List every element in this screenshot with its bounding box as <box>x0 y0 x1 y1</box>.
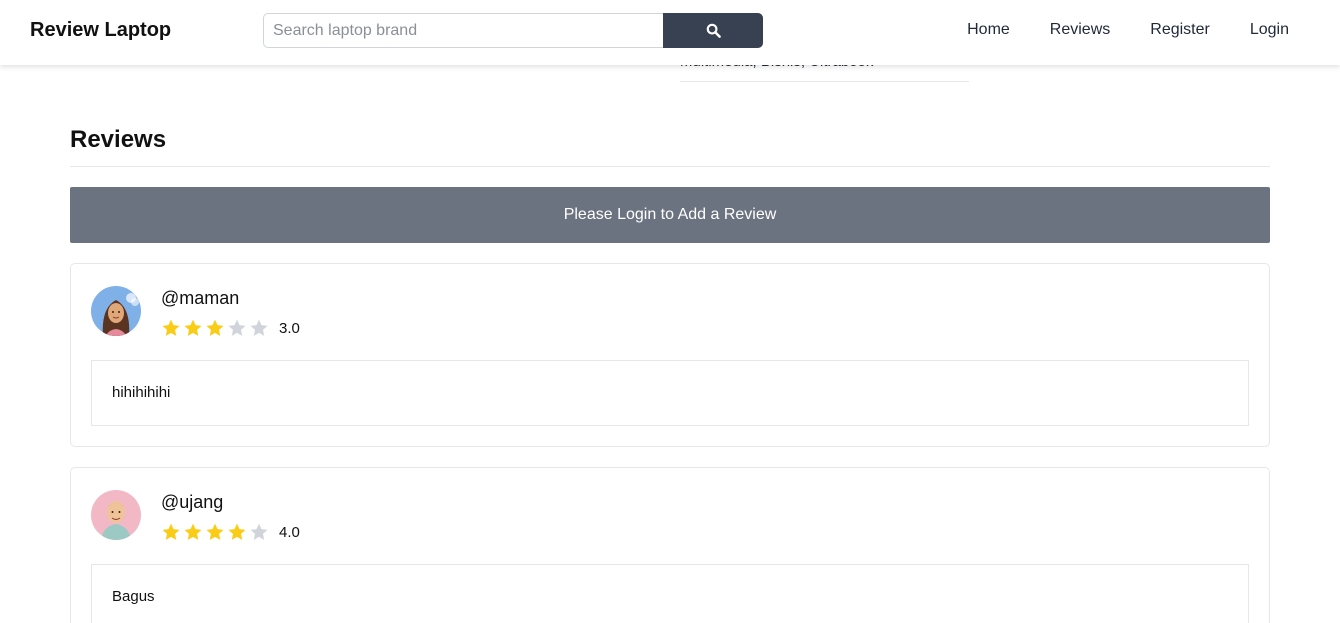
star-filled-icon <box>162 523 180 540</box>
woman-avatar-icon <box>91 286 141 336</box>
search-button[interactable] <box>663 13 763 48</box>
review-card: @maman 3.0 hihihihihi <box>70 263 1270 447</box>
star-rating: 3.0 <box>161 318 300 338</box>
star-filled-icon <box>228 523 246 540</box>
search-icon <box>706 23 721 38</box>
review-text: hihihihihi <box>91 360 1249 426</box>
star-filled-icon <box>206 523 224 540</box>
star-filled-icon <box>184 523 202 540</box>
star-filled-icon <box>184 319 202 336</box>
nav-link-register[interactable]: Register <box>1150 21 1210 39</box>
review-username[interactable]: @ujang <box>161 492 223 513</box>
review-card: @ujang 4.0 Bagus <box>70 467 1270 623</box>
rating-value: 3.0 <box>279 319 300 337</box>
search-form <box>263 13 763 48</box>
top-navbar: Review Laptop Home Reviews Register Logi… <box>0 0 1340 65</box>
review-text: Bagus <box>91 564 1249 623</box>
review-username[interactable]: @maman <box>161 288 239 309</box>
search-input[interactable] <box>263 13 663 48</box>
star-empty-icon <box>250 319 268 336</box>
nav-link-home[interactable]: Home <box>967 21 1010 39</box>
man-avatar-icon <box>91 490 141 540</box>
nav-link-login[interactable]: Login <box>1250 21 1289 39</box>
login-to-review-banner[interactable]: Please Login to Add a Review <box>70 187 1270 243</box>
star-filled-icon <box>206 319 224 336</box>
star-filled-icon <box>162 319 180 336</box>
star-empty-icon <box>250 523 268 540</box>
star-empty-icon <box>228 319 246 336</box>
heading-divider <box>70 166 1270 167</box>
nav-links: Home Reviews Register Login <box>927 21 1289 39</box>
rating-value: 4.0 <box>279 523 300 541</box>
star-rating: 4.0 <box>161 522 300 542</box>
brand-logo[interactable]: Review Laptop <box>30 19 171 42</box>
nav-link-reviews[interactable]: Reviews <box>1050 21 1110 39</box>
user-avatar <box>91 490 141 540</box>
user-avatar <box>91 286 141 336</box>
reviews-heading: Reviews <box>70 126 167 153</box>
